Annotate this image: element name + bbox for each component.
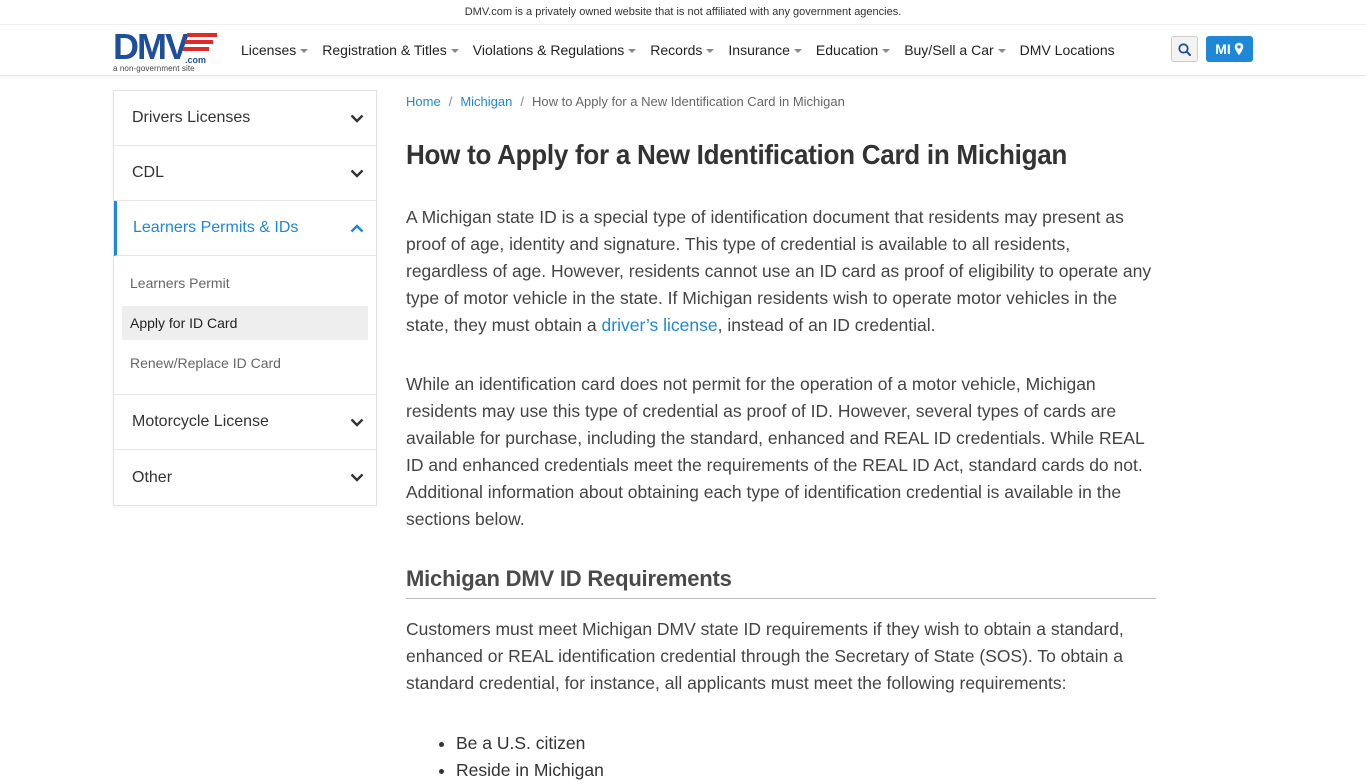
caret-down-icon xyxy=(300,49,309,53)
state-selector-button[interactable]: MI xyxy=(1206,36,1253,62)
nav-buy-sell-car[interactable]: Buy/Sell a Car xyxy=(904,42,1006,58)
disclaimer-bar: DMV.com is a privately owned website tha… xyxy=(0,0,1366,25)
drivers-license-link[interactable]: driver’s license xyxy=(602,315,718,335)
chevron-down-icon xyxy=(350,473,364,482)
list-item: Be a U.S. citizen xyxy=(456,730,1156,757)
requirements-intro-paragraph: Customers must meet Michigan DMV state I… xyxy=(406,619,1124,693)
chevron-down-icon xyxy=(350,169,364,178)
sidebar-item-motorcycle-license[interactable]: Motorcycle License xyxy=(114,395,376,450)
caret-down-icon xyxy=(450,49,459,53)
state-label: MI xyxy=(1215,41,1231,57)
sidebar-link-apply-id-card[interactable]: Apply for ID Card xyxy=(122,306,368,340)
site-header: DMV .com a non-government site Licenses … xyxy=(0,25,1366,76)
sidebar-item-drivers-licenses[interactable]: Drivers Licenses xyxy=(114,91,376,146)
search-button[interactable] xyxy=(1171,36,1198,62)
caret-down-icon xyxy=(706,49,715,53)
caret-down-icon xyxy=(628,49,637,53)
svg-text:DMV: DMV xyxy=(113,30,189,64)
disclaimer-text: DMV.com is a privately owned website tha… xyxy=(464,6,902,18)
nav-dmv-locations[interactable]: DMV Locations xyxy=(1020,42,1115,58)
sidebar-item-learners-permits-ids[interactable]: Learners Permits & IDs xyxy=(114,201,376,256)
breadcrumb-current: How to Apply for a New Identification Ca… xyxy=(531,94,845,109)
logo-tld: .com xyxy=(185,55,206,64)
sidebar-link-learners-permit[interactable]: Learners Permit xyxy=(122,266,368,300)
sidebar-submenu: Learners Permit Apply for ID Card Renew/… xyxy=(114,256,376,395)
search-icon xyxy=(1178,42,1191,56)
nav-insurance[interactable]: Insurance xyxy=(728,42,802,58)
chevron-down-icon xyxy=(350,418,364,427)
nav-licenses[interactable]: Licenses xyxy=(241,42,309,58)
nav-registration-titles[interactable]: Registration & Titles xyxy=(322,42,459,58)
requirements-list: Be a U.S. citizen Reside in Michigan xyxy=(406,730,1156,784)
intro-paragraph: A Michigan state ID is a special type of… xyxy=(406,207,1152,335)
chevron-up-icon xyxy=(350,223,364,232)
id-types-paragraph: While an identification card does not pe… xyxy=(406,374,1145,529)
sidebar-menu: Drivers Licenses CDL Learners Permits & … xyxy=(113,90,377,506)
page-title: How to Apply for a New Identification Ca… xyxy=(406,139,1068,170)
dmv-logo[interactable]: DMV .com a non-government site xyxy=(113,30,223,73)
section-heading-requirements: Michigan DMV ID Requirements xyxy=(406,566,1156,599)
nav-records[interactable]: Records xyxy=(650,42,715,58)
logo-subtitle: a non-government site xyxy=(113,64,195,73)
caret-down-icon xyxy=(793,49,802,53)
caret-down-icon xyxy=(882,49,891,53)
chevron-down-icon xyxy=(350,114,364,123)
list-item: Reside in Michigan xyxy=(456,757,1156,784)
sidebar-item-cdl[interactable]: CDL xyxy=(114,146,376,201)
breadcrumb-separator: / xyxy=(448,94,453,109)
caret-down-icon xyxy=(997,49,1006,53)
article-content: Home / Michigan / How to Apply for a New… xyxy=(406,90,1156,784)
breadcrumb-separator: / xyxy=(520,94,524,109)
breadcrumb: Home / Michigan / How to Apply for a New… xyxy=(406,90,1156,114)
main-nav: Licenses Registration & Titles Violation… xyxy=(241,25,1129,75)
nav-violations-regulations[interactable]: Violations & Regulations xyxy=(473,42,637,58)
breadcrumb-state[interactable]: Michigan xyxy=(460,90,512,114)
sidebar-link-renew-replace-id[interactable]: Renew/Replace ID Card xyxy=(122,346,368,380)
sidebar-item-other[interactable]: Other xyxy=(114,450,376,505)
breadcrumb-home[interactable]: Home xyxy=(406,90,441,114)
nav-education[interactable]: Education xyxy=(816,42,891,58)
map-pin-icon xyxy=(1234,42,1243,56)
